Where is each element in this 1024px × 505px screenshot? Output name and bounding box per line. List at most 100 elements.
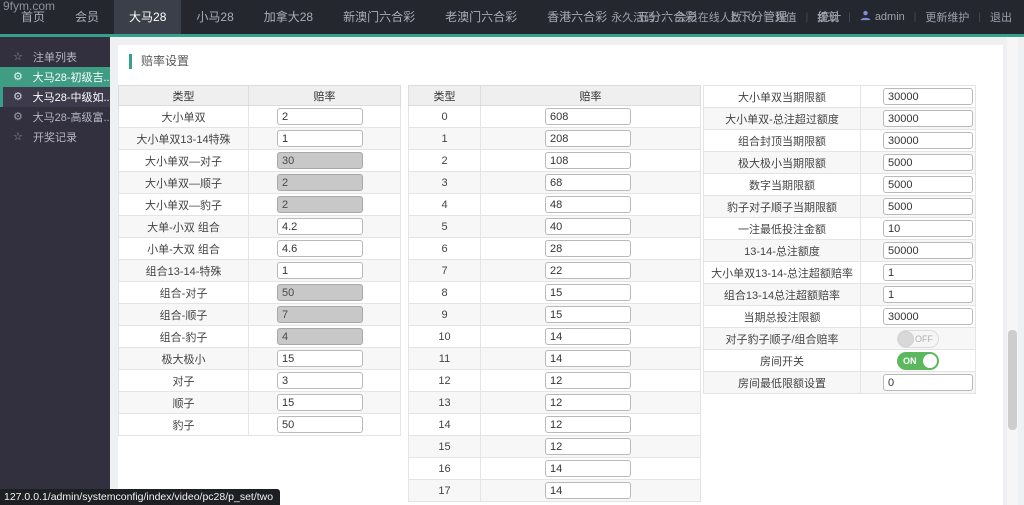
odds-type-label: 12 — [408, 369, 481, 392]
table-row: 0 — [408, 105, 701, 128]
nav-right-item-6[interactable]: 退出 — [990, 9, 1012, 25]
toggle-off-label: OFF — [915, 333, 933, 344]
odds-input[interactable] — [545, 394, 631, 411]
odds-input[interactable] — [545, 482, 631, 499]
odds-type-label: 大小单双—豹子 — [118, 193, 249, 216]
nav-tab-3[interactable]: 小马28 — [181, 0, 248, 34]
table-row: 大小单双—豹子 — [118, 193, 401, 216]
odds-input[interactable] — [545, 240, 631, 257]
column-header-type: 类型 — [118, 85, 249, 106]
nav-tab-7[interactable]: 香港六合彩 — [532, 0, 622, 34]
table-row: 12 — [408, 369, 701, 392]
limit-value-cell — [860, 151, 976, 174]
nav-right-item-4[interactable]: admin — [860, 10, 905, 24]
odds-input[interactable] — [545, 196, 631, 213]
sidebar-item-3[interactable]: ⚙ 大马28-高级富... — [0, 107, 110, 127]
limit-input[interactable] — [883, 88, 973, 105]
limit-input[interactable] — [883, 132, 973, 149]
toggle-on-label: ON — [903, 355, 917, 366]
limit-toggle-cell: OFF — [860, 327, 976, 350]
odds-input[interactable] — [277, 240, 363, 257]
odds-type-label: 组合-豹子 — [118, 325, 249, 348]
nav-tab-5[interactable]: 新澳门六合彩 — [328, 0, 430, 34]
odds-input[interactable] — [277, 218, 363, 235]
scrollbar-track[interactable] — [1007, 37, 1018, 505]
limit-input[interactable] — [883, 242, 973, 259]
sidebar-item-1[interactable]: ⚙ 大马28-初级吉... — [0, 67, 110, 87]
table-row: 豹子对子顺子当期限额 — [703, 195, 976, 218]
odds-input[interactable] — [545, 416, 631, 433]
odds-value-cell — [248, 237, 401, 260]
odds-input[interactable] — [277, 130, 363, 147]
limit-input[interactable] — [883, 154, 973, 171]
odds-input[interactable] — [545, 108, 631, 125]
odds-input[interactable] — [545, 438, 631, 455]
odds-value-cell — [480, 347, 701, 370]
limit-input[interactable] — [883, 198, 973, 215]
odds-input[interactable] — [277, 350, 363, 367]
sidebar-item-4[interactable]: ☆ 开奖记录 — [0, 127, 110, 147]
limit-input[interactable] — [883, 286, 973, 303]
nav-right-item-0[interactable]: 永久活码 — [611, 9, 655, 25]
odds-table-middle: 类型 赔率 01234567891011121314151617 — [408, 85, 701, 502]
limits-table-body: 大小单双当期限额大小单双-总注超过额度组合封顶当期限额极大极小当期限额数字当期限… — [703, 85, 976, 394]
scrollbar-thumb[interactable] — [1008, 330, 1017, 430]
table-row: 大小单双—对子 — [118, 149, 401, 172]
nav-right-item-5[interactable]: 更新维护 — [925, 9, 969, 25]
odds-input[interactable] — [545, 350, 631, 367]
column-header-type: 类型 — [408, 85, 481, 106]
nav-tab-1[interactable]: 会员 — [60, 0, 114, 34]
odds-input[interactable] — [545, 174, 631, 191]
odds-input[interactable] — [277, 108, 363, 125]
limit-input[interactable] — [883, 264, 973, 281]
odds-value-cell — [248, 215, 401, 238]
limit-input[interactable] — [883, 110, 973, 127]
odds-input[interactable] — [277, 262, 363, 279]
odds-input[interactable] — [545, 284, 631, 301]
odds-type-label: 15 — [408, 435, 481, 458]
table-row: 组合封顶当期限额 — [703, 129, 976, 152]
odds-input[interactable] — [277, 416, 363, 433]
odds-input[interactable] — [545, 218, 631, 235]
odds-input[interactable] — [545, 152, 631, 169]
limit-input[interactable] — [883, 374, 973, 391]
odds-value-cell — [248, 413, 401, 436]
odds-input[interactable] — [545, 372, 631, 389]
odds-input[interactable] — [545, 306, 631, 323]
odds-value-cell — [480, 435, 701, 458]
nav-right-item-3[interactable]: 提现 — [817, 9, 839, 25]
limit-input[interactable] — [883, 308, 973, 325]
nav-tab-4[interactable]: 加拿大28 — [249, 0, 328, 34]
odds-type-label: 对子 — [118, 369, 249, 392]
nav-right-item-1[interactable]: 会员在线人数: 0 — [676, 9, 754, 25]
limit-input[interactable] — [883, 176, 973, 193]
toggle-on[interactable]: ON — [897, 351, 939, 370]
limit-label: 一注最低投注金额 — [703, 217, 861, 240]
limit-label: 13-14-总注额度 — [703, 239, 861, 262]
odds-input[interactable] — [545, 328, 631, 345]
limit-input[interactable] — [883, 220, 973, 237]
odds-type-label: 大小单双—顺子 — [118, 171, 249, 194]
limit-value-cell — [860, 239, 976, 262]
toggle-knob — [923, 353, 937, 368]
sidebar-item-0[interactable]: ☆ 注单列表 — [0, 47, 110, 67]
page-title: 赔率设置 — [129, 54, 189, 69]
table-row: 对子 — [118, 369, 401, 392]
odds-input[interactable] — [545, 262, 631, 279]
limit-label: 组合封顶当期限额 — [703, 129, 861, 152]
nav-tab-2[interactable]: 大马28 — [114, 0, 182, 34]
table-row: 14 — [408, 413, 701, 436]
table-row: 极大极小 — [118, 347, 401, 370]
sidebar-item-2[interactable]: ⚙ 大马28-中级如... — [0, 87, 110, 107]
toggle-off[interactable]: OFF — [897, 329, 939, 348]
odds-input[interactable] — [545, 460, 631, 477]
odds-type-label: 组合-顺子 — [118, 303, 249, 326]
odds-value-cell — [248, 347, 401, 370]
table-row: 大单-小双 组合 — [118, 215, 401, 238]
odds-input[interactable] — [545, 130, 631, 147]
table-row: 大小单双 — [118, 105, 401, 128]
nav-right-item-2[interactable]: 充值 — [775, 9, 797, 25]
odds-input[interactable] — [277, 394, 363, 411]
odds-input[interactable] — [277, 372, 363, 389]
nav-tab-6[interactable]: 老澳门六合彩 — [430, 0, 532, 34]
